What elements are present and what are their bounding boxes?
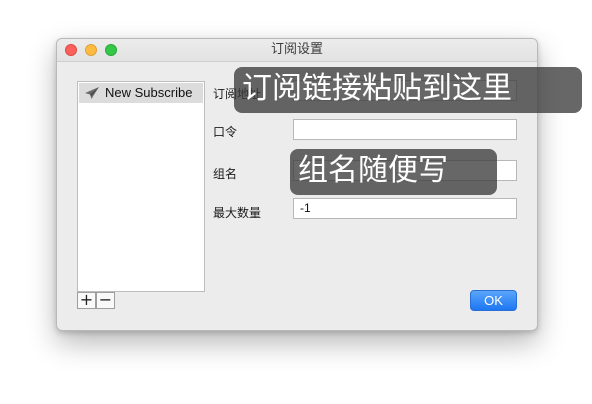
group-hint-callout: 组名随便写: [290, 149, 497, 195]
add-subscription-button[interactable]: +: [77, 292, 96, 309]
window-title: 订阅设置: [270, 42, 323, 57]
remove-subscription-button[interactable]: −: [96, 292, 115, 309]
max-count-label: 最大数量: [213, 206, 262, 220]
url-hint-callout: 订阅链接粘贴到这里: [234, 67, 582, 113]
password-label: 口令: [213, 125, 238, 139]
max-count-field[interactable]: -1: [293, 198, 517, 219]
subscription-list[interactable]: New Subscribe: [77, 81, 205, 292]
sidebar-item-new-subscribe[interactable]: New Subscribe: [79, 83, 203, 103]
title-bar[interactable]: 订阅设置: [57, 39, 537, 62]
password-field[interactable]: [293, 119, 517, 140]
paper-plane-icon: [85, 87, 99, 99]
group-label: 组名: [213, 167, 238, 181]
ok-button[interactable]: OK: [470, 290, 517, 311]
sidebar-item-label: New Subscribe: [105, 85, 193, 100]
